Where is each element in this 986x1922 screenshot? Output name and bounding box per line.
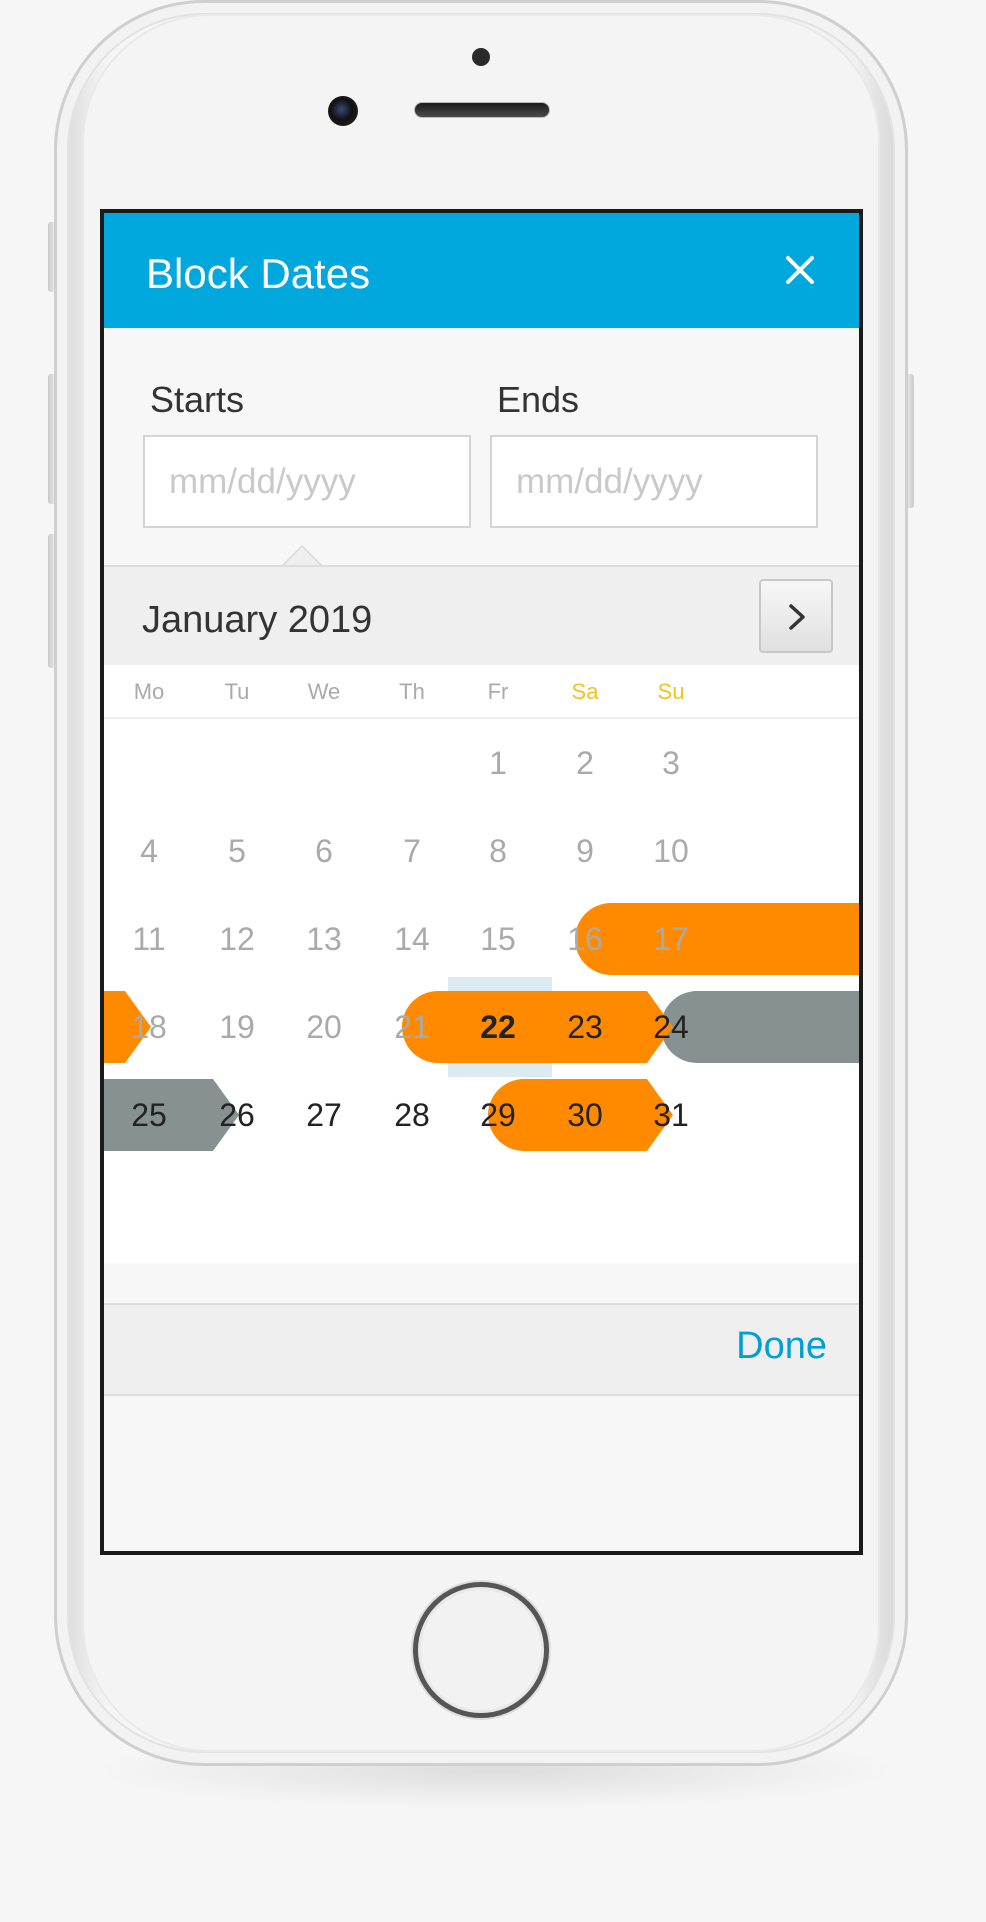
modal-header: Block Dates [104,213,859,328]
front-camera-icon [328,96,358,126]
calendar-grid: 1 2 3 4 5 6 7 8 9 10 11 12 13 14 15 16 17 18 19 20 21 22 23 24 2… [104,719,859,1263]
modal-footer: Done [104,1303,859,1396]
phone-screen: Block Dates Starts Ends January 2019 MoT… [100,209,863,1555]
front-sensor-icon [472,48,490,66]
close-icon[interactable] [783,253,817,287]
done-button[interactable]: Done [736,1325,827,1368]
month-label: January 2019 [142,599,373,641]
weekday-label: Su [657,679,685,704]
datepicker-caret [282,545,322,565]
starts-date-input[interactable] [143,435,471,528]
starts-label: Starts [150,379,245,420]
phone-home-button [413,1582,549,1718]
month-navigation-bar: January 2019 [104,565,859,665]
next-month-button[interactable] [759,579,833,653]
chevron-right-icon [789,604,805,630]
calendar-day[interactable]: 31 [618,1061,724,1169]
earpiece-speaker-icon [414,102,550,118]
modal-title: Block Dates [146,250,371,297]
ends-date-input[interactable] [490,435,818,528]
ends-label: Ends [497,379,580,420]
